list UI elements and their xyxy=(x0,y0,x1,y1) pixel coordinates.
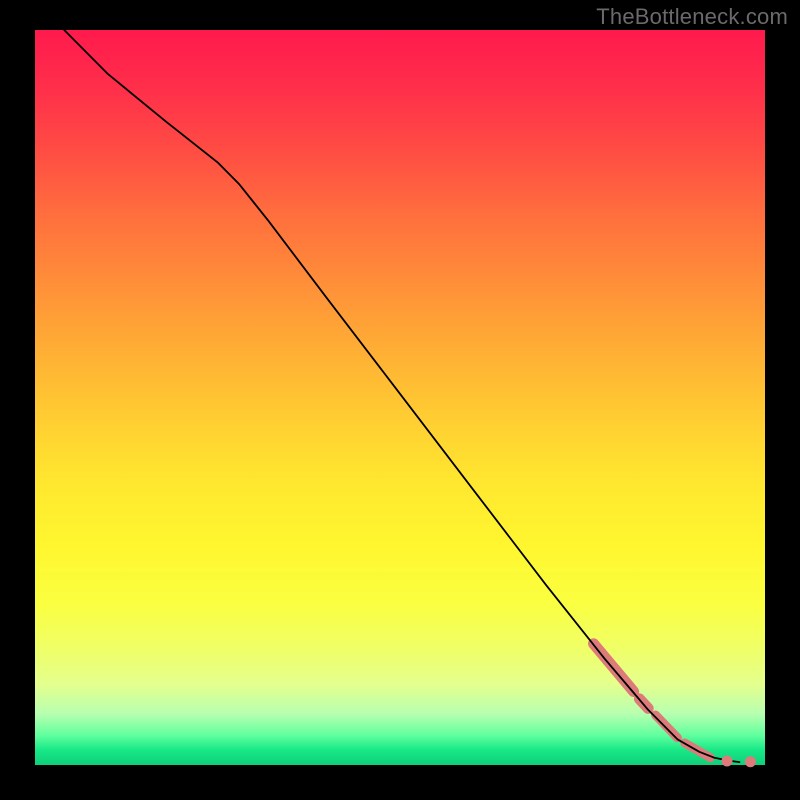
highlight-dot xyxy=(722,756,733,767)
highlight-segment xyxy=(656,715,678,738)
data-curve xyxy=(64,30,739,762)
chart-frame: TheBottleneck.com xyxy=(0,0,800,800)
chart-svg xyxy=(35,30,765,765)
highlight-bands xyxy=(594,644,711,758)
attribution-text: TheBottleneck.com xyxy=(596,4,788,30)
plot-area xyxy=(35,30,765,765)
highlight-dot xyxy=(745,756,756,767)
